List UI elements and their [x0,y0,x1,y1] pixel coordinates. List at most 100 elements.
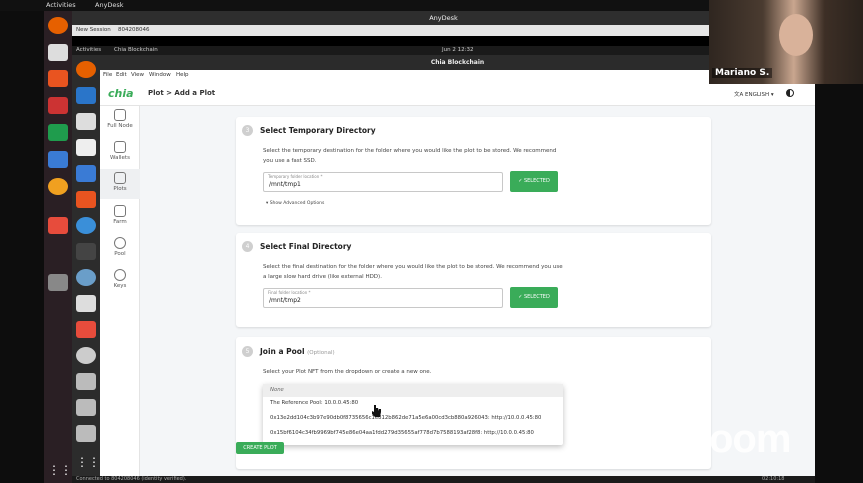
dropdown-option-none[interactable]: None [263,384,563,397]
sidebar-item-label: Keys [113,283,127,289]
plot-nft-dropdown: None The Reference Pool: 10.0.0.45:80 0x… [263,384,563,445]
field-value: /mnt/tmp1 [269,181,301,188]
remote-drive-icon[interactable] [76,373,96,390]
webcam-video: Mariano S. [709,0,863,84]
final-selected-button[interactable]: ✓ SELECTED [510,287,558,308]
remote-clock: Jun 2 12:32 [442,47,474,53]
language-selector[interactable]: 文A ENGLISH ▾ [734,90,774,98]
tab-session-id[interactable]: 804208046 [118,27,150,33]
files-icon[interactable] [48,44,68,61]
menu-edit[interactable]: Edit [116,72,127,78]
step-number: 3 [242,125,253,136]
sidebar-item-label: Full Node [107,123,133,129]
status-clock: 02:10:18 [762,476,785,482]
host-dock: ⋮⋮ [44,11,72,483]
field-label: Final folder location * [268,290,311,295]
card-temporary-directory: 3 Select Temporary Directory Select the … [236,117,711,225]
language-label: ENGLISH [745,92,770,98]
hand-cursor-icon [372,405,381,417]
remote-help-icon[interactable] [76,217,96,234]
step-number: 5 [242,346,253,357]
card-description: Select the final destination for the fol… [263,264,563,280]
sidebar-item-wallets[interactable]: Wallets [100,138,140,168]
anydesk-tab-bar: New Session 804208046 [72,25,815,36]
step-number: 4 [242,241,253,252]
zoom-watermark: zoom [690,417,791,461]
firefox-icon[interactable] [48,17,68,34]
remote-show-apps-icon[interactable]: ⋮⋮ [76,455,100,472]
remote-chia-icon[interactable] [76,269,96,286]
remote-anydesk-icon[interactable] [76,321,96,338]
button-label: SELECTED [523,178,550,184]
remote-activities-button[interactable]: Activities [76,47,101,53]
remote-firefox-icon[interactable] [76,61,96,78]
remote-rhythmbox-icon[interactable] [76,139,96,156]
dropdown-option-nft-1[interactable]: 0x13e2dd104c3b97e90db0f8735656c1e812b862… [263,412,563,425]
dropdown-option-reference-pool[interactable]: The Reference Pool: 10.0.0.45:80 [263,397,563,410]
participant-name: Mariano S. [712,68,773,78]
farm-icon [114,205,126,217]
title-text: Join a Pool [260,347,305,356]
menu-window[interactable]: Window [149,72,171,78]
translate-icon: 文A [734,92,746,98]
sidebar-item-label: Plots [113,186,127,192]
create-plot-button[interactable]: CREATE PLOT [236,442,284,454]
remote-terminal-icon[interactable] [76,243,96,260]
sidebar-item-label: Pool [114,251,126,257]
remote-software-icon[interactable] [76,191,96,208]
remote-drive-icon-2[interactable] [76,399,96,416]
anydesk-icon[interactable] [48,217,68,234]
optional-tag: (Optional) [307,350,335,356]
temporary-folder-field[interactable]: Temporary folder location * /mnt/tmp1 [263,172,503,192]
show-apps-icon[interactable]: ⋮⋮ [48,463,72,480]
trash-icon[interactable] [48,274,68,291]
keys-icon [114,269,126,281]
remote-app-menu[interactable]: Chia Blockchain [114,47,158,53]
card-title: Join a Pool (Optional) [260,347,335,356]
theme-toggle-icon[interactable] [786,89,794,97]
host-app-menu[interactable]: AnyDesk [95,1,124,9]
chia-menubar: File Edit View Window Help [100,70,815,80]
host-activities-button[interactable]: Activities [46,1,76,9]
field-value: /mnt/tmp2 [269,297,301,304]
menu-file[interactable]: File [103,72,112,78]
remote-app-icon-2[interactable] [76,295,96,312]
sidebar-item-farm[interactable]: Farm [100,202,140,232]
final-folder-field[interactable]: Final folder location * /mnt/tmp2 [263,288,503,308]
link-label: Show Advanced Options [269,201,325,206]
sidebar-item-pool[interactable]: Pool [100,234,140,264]
card-title: Select Temporary Directory [260,126,376,135]
remote-screen: Activities Chia Blockchain Jun 2 12:32 ⋮… [72,36,815,476]
app-icon-2[interactable] [48,178,68,195]
tab-new-session[interactable]: New Session [76,27,111,33]
chia-window-titlebar: Chia Blockchain [100,55,815,70]
home-icon [114,109,126,121]
breadcrumb[interactable]: Plot > Add a Plot [148,89,215,97]
app-window-icon[interactable] [48,151,68,168]
sidebar-item-keys[interactable]: Keys [100,266,140,296]
sidebar-item-plots[interactable]: Plots [100,169,140,199]
menu-help[interactable]: Help [176,72,189,78]
pycharm-icon[interactable] [48,124,68,141]
button-label: SELECTED [523,294,550,300]
chia-header: chia Plot > Add a Plot 文A ENGLISH ▾ [100,80,815,106]
chia-logo: chia [108,87,134,100]
software-center-icon[interactable] [48,70,68,87]
sidebar-item-full-node[interactable]: Full Node [100,106,140,136]
remote-drive-icon-3[interactable] [76,425,96,442]
show-advanced-options-link[interactable]: ▾ Show Advanced Options [266,201,324,206]
remote-disk-icon[interactable] [76,347,96,364]
dropdown-option-nft-2[interactable]: 0x15bf6104c34fb9969bf745e86e04aa1fdd279d… [263,427,563,440]
remote-app-icon[interactable] [76,87,96,104]
remote-writer-icon[interactable] [76,165,96,182]
anydesk-status-bar: Connected to 804208046 (identity verifie… [72,476,815,483]
app-icon[interactable] [48,97,68,114]
temporary-selected-button[interactable]: ✓ SELECTED [510,171,558,192]
participant-face [779,14,813,56]
remote-top-bar: Activities Chia Blockchain Jun 2 12:32 [72,46,815,55]
sidebar-item-label: Farm [113,219,127,225]
menu-view[interactable]: View [131,72,144,78]
remote-files-icon[interactable] [76,113,96,130]
field-label: Temporary folder location * [268,174,323,179]
wallet-icon [114,141,126,153]
